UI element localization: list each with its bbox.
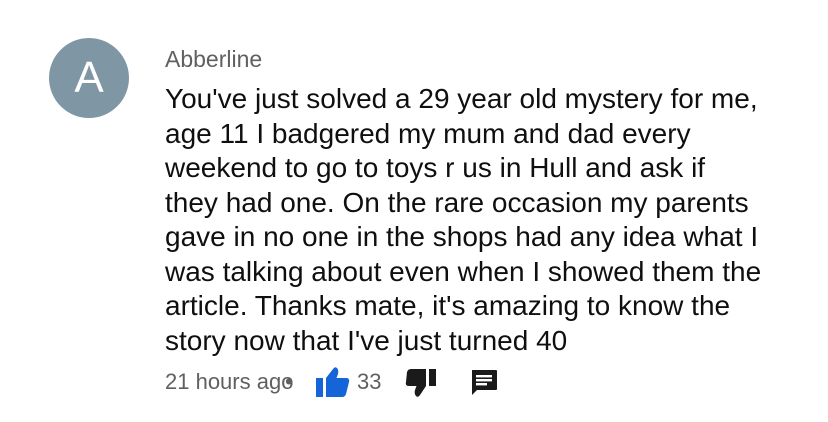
avatar-letter: A: [74, 53, 104, 102]
comment-body-line: story now that I've just turned 40: [165, 324, 568, 356]
comment-author[interactable]: Abberline: [165, 44, 262, 74]
like-count: 33: [357, 369, 382, 394]
thumbs-up-icon: [316, 367, 350, 397]
dislike-button[interactable]: [405, 368, 437, 398]
comment-body-line: weekend to go to toys r us in Hull and a…: [165, 152, 706, 183]
comment-actions: 21 hours ago • 33: [165, 364, 825, 400]
comment-body-line: they had one. On the rare occasion my pa…: [165, 186, 749, 218]
reply-button[interactable]: [469, 368, 499, 398]
thumbs-down-icon: [405, 369, 436, 397]
comment-body-line: article. Thanks mate, it's amazing to kn…: [165, 290, 731, 321]
comment-body-line: age 11 I badgered my mum and dad every: [165, 117, 691, 149]
separator-dot: •: [285, 369, 293, 394]
comment-body-line: You've just solved a 29 year old mystery…: [165, 83, 758, 114]
comment-body-line: was talking about even when I showed the…: [165, 255, 762, 287]
comment-timestamp[interactable]: 21 hours ago: [165, 368, 293, 396]
reply-icon: [472, 370, 497, 395]
comment-card: A Abberline You've just solved a 29 year…: [0, 0, 828, 422]
comment-body: You've just solved a 29 year old mystery…: [165, 82, 805, 358]
like-button[interactable]: [315, 366, 351, 398]
avatar[interactable]: A: [49, 38, 129, 118]
comment-body-line: gave in no one in the shops had any idea…: [165, 221, 759, 252]
